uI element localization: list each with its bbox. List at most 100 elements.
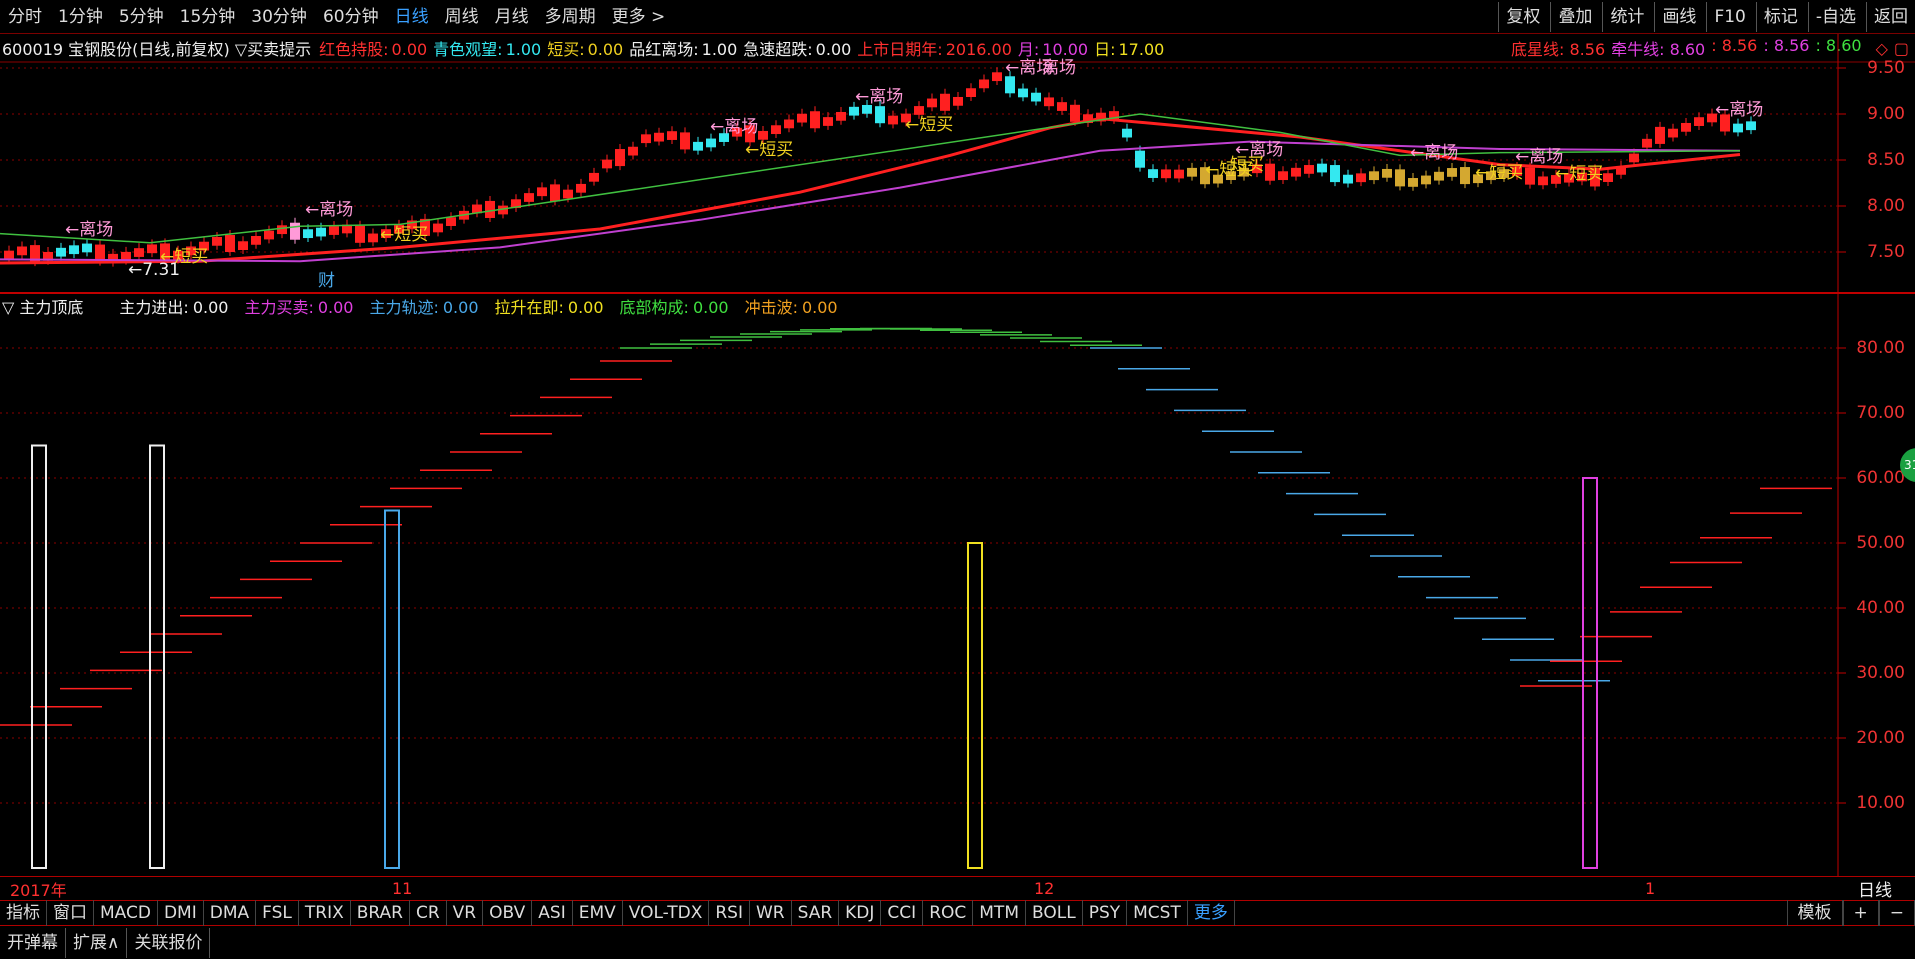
low-price-label: ←7.31 <box>128 260 180 280</box>
candle-body <box>1668 128 1678 138</box>
candle-body <box>134 248 144 257</box>
price-axis-label: 9.00 <box>1867 104 1905 124</box>
leave-marker: ←离场 <box>305 200 353 220</box>
indicator-bar <box>31 444 47 869</box>
indicator-tab-13[interactable]: VOL-TDX <box>623 900 710 926</box>
candle-body <box>147 244 157 254</box>
chart-annotations: ←离场←离场←离场←离场←离场←离场 ←离场 ←离场←离场←短买←短买←短买←短买←… <box>65 58 1763 291</box>
indicator-tab-5[interactable]: FSL <box>256 900 299 926</box>
candle-body <box>693 141 703 151</box>
candle-body <box>69 245 79 255</box>
leave-marker: ←离场 <box>1715 100 1763 120</box>
candle-body <box>1369 171 1379 181</box>
indicator-tab-16[interactable]: SAR <box>792 900 840 926</box>
indicator-plot <box>0 327 1832 869</box>
bottom-tab-0[interactable]: 开弹幕 <box>0 928 66 958</box>
candle-body <box>225 234 235 253</box>
candle-body <box>823 117 833 126</box>
indicator-axis-label: 80.00 <box>1856 338 1905 358</box>
candle-body <box>1057 102 1067 111</box>
indicator-tab-10[interactable]: OBV <box>483 900 533 926</box>
indicator-axis-label: 20.00 <box>1856 728 1905 748</box>
price-axis-label: 8.00 <box>1867 196 1905 216</box>
candle-body <box>1603 173 1613 182</box>
leave-marker: ←离场 <box>855 87 903 107</box>
candle-body <box>1629 153 1639 163</box>
indicator-tab-15[interactable]: WR <box>750 900 792 926</box>
indicator-control-1[interactable]: + <box>1842 900 1879 926</box>
candle-body <box>264 230 274 240</box>
candle-body <box>1746 121 1756 131</box>
indicator-tab-21[interactable]: BOLL <box>1026 900 1083 926</box>
candle-body <box>4 250 14 260</box>
leave-marker: ←离场 <box>1410 143 1458 163</box>
price-axis-label: 8.50 <box>1867 150 1905 170</box>
indicator-tab-6[interactable]: TRIX <box>299 900 351 926</box>
badge-count: 31 <box>1904 458 1915 472</box>
short-buy-marker: 短买 <box>1230 155 1264 175</box>
candle-body <box>1460 167 1470 185</box>
candle-body <box>1070 104 1080 122</box>
candle-body <box>316 227 326 237</box>
candle-body <box>667 131 677 140</box>
indicator-axis-label: 70.00 <box>1856 403 1905 423</box>
candle-body <box>355 225 365 243</box>
indicator-tab-8[interactable]: CR <box>410 900 447 926</box>
indicator-bar <box>384 509 400 869</box>
indicator-tab-9[interactable]: VR <box>447 900 484 926</box>
candle-body <box>1681 122 1691 132</box>
indicator-tab-24[interactable]: 更多 <box>1188 900 1235 926</box>
candle-body <box>1161 169 1171 179</box>
indicator-tab-3[interactable]: DMI <box>158 900 204 926</box>
indicator-tab-20[interactable]: MTM <box>973 900 1026 926</box>
candle-body <box>1694 117 1704 126</box>
bottom-tab-2[interactable]: 关联报价 <box>127 928 211 958</box>
indicator-tab-7[interactable]: BRAR <box>351 900 410 926</box>
indicator-tab-12[interactable]: EMV <box>573 900 623 926</box>
candle-body <box>849 106 859 116</box>
finance-marker: 财 <box>318 271 335 291</box>
indicator-tab-23[interactable]: MCST <box>1127 900 1188 926</box>
candle-body <box>1343 174 1353 184</box>
indicator-tab-14[interactable]: RSI <box>709 900 750 926</box>
candle-body <box>1421 175 1431 185</box>
candle-body <box>82 243 92 253</box>
candle-body <box>1304 165 1314 174</box>
candle-body <box>1278 171 1288 181</box>
candle-body <box>1174 169 1184 179</box>
leave-marker: ←离场 <box>710 117 758 137</box>
candle-body <box>771 125 781 135</box>
indicator-tab-19[interactable]: ROC <box>923 900 974 926</box>
candle-body <box>589 172 599 182</box>
indicator-tab-4[interactable]: DMA <box>204 900 257 926</box>
indicator-tab-2[interactable]: MACD <box>94 900 158 926</box>
indicator-axis-label: 30.00 <box>1856 663 1905 683</box>
candle-body <box>1031 92 1041 102</box>
date-label-12: 12 <box>1034 879 1055 898</box>
candle-body <box>758 130 768 140</box>
indicator-tab-17[interactable]: KDJ <box>839 900 882 926</box>
candle-body <box>303 229 313 239</box>
candle-body <box>56 247 66 257</box>
indicator-tab-0[interactable]: 指标 <box>0 900 47 926</box>
candle-body <box>1356 173 1366 183</box>
short-buy-marker: ←短买 <box>1555 164 1603 184</box>
date-axis: 2017年 11 12 1 日线 <box>0 876 1915 901</box>
bottom-tab-1[interactable]: 扩展∧ <box>66 928 128 958</box>
indicator-tab-22[interactable]: PSY <box>1083 900 1128 926</box>
indicator-control-2[interactable]: − <box>1878 900 1915 926</box>
candle-body <box>212 236 222 246</box>
indicator-tab-18[interactable]: CCI <box>881 900 924 926</box>
chart-canvas[interactable]: ←离场←离场←离场←离场←离场←离场 ←离场 ←离场←离场←短买←短买←短买←短买←… <box>0 0 1915 876</box>
candle-body <box>602 159 612 169</box>
candle-body <box>1122 128 1132 138</box>
date-label-2017: 2017年 <box>10 880 67 900</box>
period-label[interactable]: 日线 <box>1858 876 1892 901</box>
date-label-11: 11 <box>392 879 413 898</box>
indicator-tab-1[interactable]: 窗口 <box>47 900 94 926</box>
indicator-tab-11[interactable]: ASI <box>532 900 573 926</box>
candle-body <box>914 106 924 115</box>
indicator-tab-controls: 模板 + − <box>1786 900 1915 926</box>
indicator-control-0[interactable]: 模板 <box>1786 900 1843 926</box>
indicator-axis-label: 10.00 <box>1856 793 1905 813</box>
